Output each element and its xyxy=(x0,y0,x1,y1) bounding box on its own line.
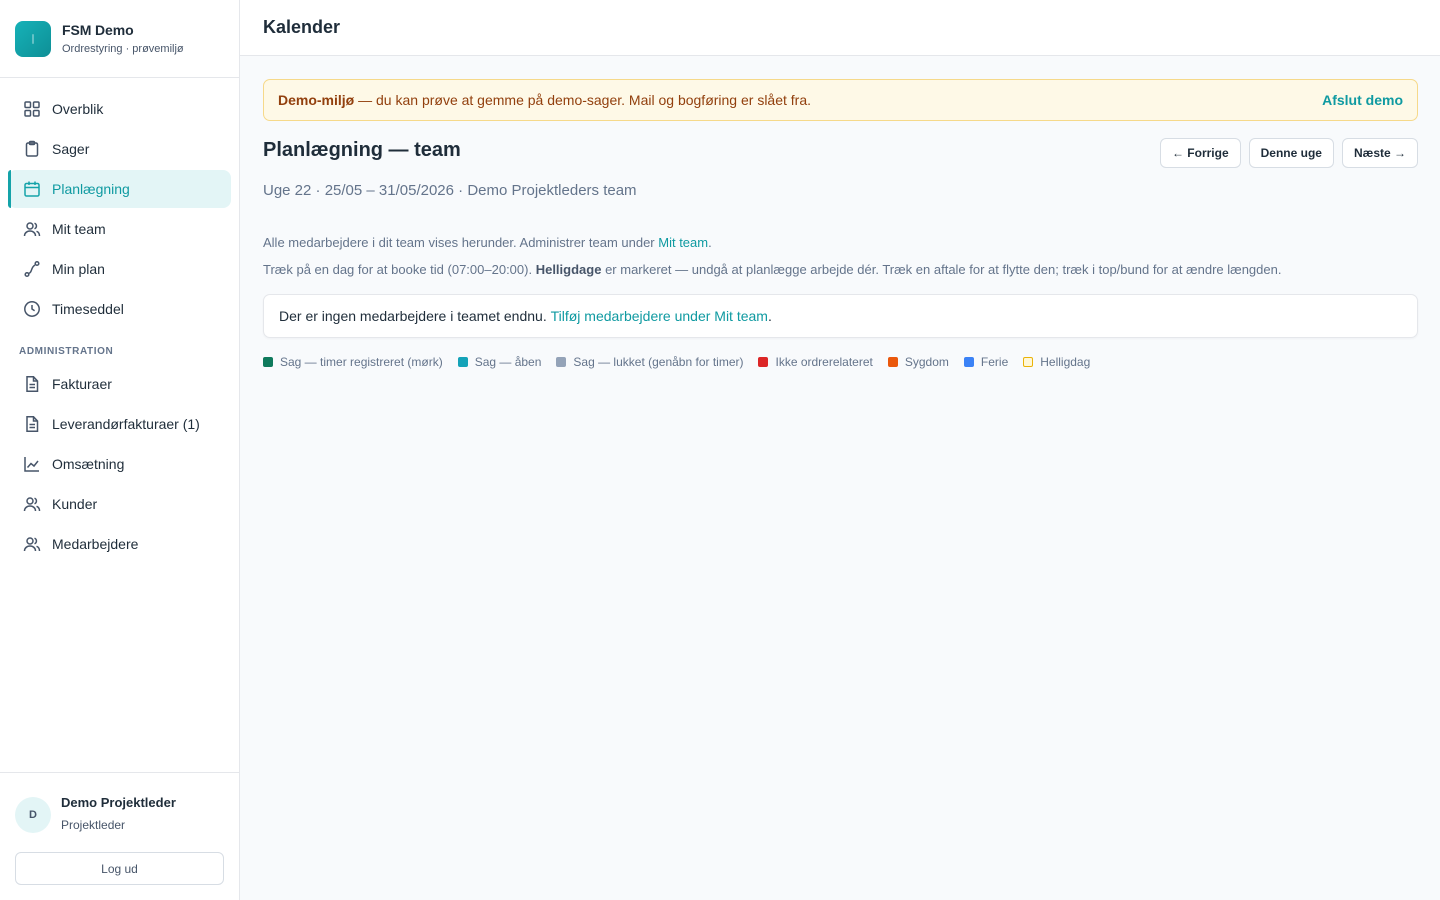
legend-swatch xyxy=(556,357,567,367)
legend-item: Ferie xyxy=(963,355,1009,369)
week-navigation: ← Forrige Denne uge Næste → xyxy=(1159,138,1418,168)
grid-icon xyxy=(22,99,42,119)
main-content: Demo-miljø — du kan prøve at gemme på de… xyxy=(263,79,1418,369)
legend-item: Ikke ordrerelateret xyxy=(758,355,873,369)
legend-item: Sygdom xyxy=(887,355,949,369)
calendar-legend: Sag — timer registreret (mørk) Sag — åbe… xyxy=(263,355,1418,369)
sidebar-item-planlaegning[interactable]: Planlægning xyxy=(8,170,231,208)
clipboard-icon xyxy=(22,139,42,159)
legend-swatch xyxy=(1023,357,1034,367)
route-icon xyxy=(22,259,42,279)
user-name: Demo Projektleder xyxy=(61,795,176,810)
sidebar-item-label: Omsætning xyxy=(52,456,125,472)
sidebar-item-medarbejdere[interactable]: Medarbejdere xyxy=(8,525,231,563)
legend-item: Sag — lukket (genåbn for timer) xyxy=(556,355,743,369)
banner-text: — du kan prøve at gemme på demo-sager. M… xyxy=(354,92,812,108)
this-week-button[interactable]: Denne uge xyxy=(1248,138,1334,168)
legend-swatch xyxy=(887,357,898,367)
sidebar-item-label: Medarbejdere xyxy=(52,536,139,552)
sidebar-item-overblik[interactable]: Overblik xyxy=(8,90,231,128)
legend-swatch xyxy=(457,357,468,367)
calendar-icon xyxy=(22,179,42,199)
demo-banner: Demo-miljø — du kan prøve at gemme på de… xyxy=(263,79,1418,121)
legend-swatch xyxy=(963,357,974,367)
exit-demo-link[interactable]: Afslut demo xyxy=(1322,92,1403,108)
next-week-button[interactable]: Næste → xyxy=(1341,138,1418,168)
users-icon xyxy=(22,534,42,554)
sidebar: FSM Demo Ordrestyring · prøvemiljø Overb… xyxy=(0,0,240,900)
sidebar-item-label: Kunder xyxy=(52,496,98,512)
booking-help-text: Træk på en dag for at booke tid (07:00–2… xyxy=(263,262,1418,277)
banner-bold-label: Demo-miljø xyxy=(278,92,355,108)
booking-help-bold: Helligdage xyxy=(535,262,602,277)
legend-label: Ikke ordrerelateret xyxy=(775,355,873,369)
team-info-end: . xyxy=(708,235,712,250)
mit-team-link[interactable]: Mit team xyxy=(658,235,708,250)
sidebar-item-label: Timeseddel xyxy=(52,301,124,317)
week-info: Uge 22 · 25/05 – 31/05/2026 · Demo Proje… xyxy=(263,182,637,199)
legend-label: Sag — timer registreret (mørk) xyxy=(280,355,443,369)
line-chart-icon xyxy=(22,454,42,474)
legend-item: Helligdag xyxy=(1023,355,1090,369)
users-icon xyxy=(22,494,42,514)
team-info-label: Alle medarbejdere i dit team vises herun… xyxy=(263,235,659,250)
team-info-text: Alle medarbejdere i dit team vises herun… xyxy=(263,235,1418,250)
empty-team-end: . xyxy=(767,308,772,324)
legend-label: Helligdag xyxy=(1040,355,1091,369)
title-row: Planlægning — team ← Forrige Denne uge N… xyxy=(263,136,1418,168)
sidebar-item-omsaetning[interactable]: Omsætning xyxy=(8,445,231,483)
top-header: Kalender xyxy=(240,0,1440,56)
user-panel: D Demo Projektleder Projektleder Log ud xyxy=(0,772,239,900)
empty-team-card: Der er ingen medarbejdere i teamet endnu… xyxy=(263,294,1418,338)
sidebar-item-label: Fakturaer xyxy=(52,376,112,392)
document-icon xyxy=(22,414,42,434)
legend-item: Sag — timer registreret (mørk) xyxy=(263,355,443,369)
sidebar-item-label: Mit team xyxy=(52,221,106,237)
sidebar-item-label: Min plan xyxy=(52,261,105,277)
user-role: Projektleder xyxy=(61,818,126,832)
booking-help-post: er markeret — undgå at planlægge arbejde… xyxy=(601,262,1282,277)
previous-week-button[interactable]: ← Forrige xyxy=(1159,138,1241,168)
sidebar-item-label: Sager xyxy=(52,141,90,157)
legend-label: Sag — lukket (genåbn for timer) xyxy=(573,355,744,369)
sidebar-item-label: Overblik xyxy=(52,101,104,117)
add-employees-link[interactable]: Tilføj medarbejdere under Mit team xyxy=(551,308,768,324)
logout-button[interactable]: Log ud xyxy=(15,852,224,885)
legend-label: Sag — åben xyxy=(474,355,542,369)
empty-team-text: Der er ingen medarbejdere i teamet endnu… xyxy=(279,308,551,324)
sidebar-item-min-plan[interactable]: Min plan xyxy=(8,250,231,288)
sidebar-item-label: Planlægning xyxy=(52,181,130,197)
brand: FSM Demo Ordrestyring · prøvemiljø xyxy=(0,0,239,78)
legend-label: Ferie xyxy=(980,355,1009,369)
brand-logo[interactable] xyxy=(15,20,51,57)
sidebar-item-leverandorfakturaer[interactable]: Leverandørfakturaer (1) xyxy=(8,405,231,443)
legend-swatch xyxy=(263,357,273,367)
legend-swatch xyxy=(758,357,769,367)
admin-section-heading: ADMINISTRATION xyxy=(19,346,114,357)
sidebar-item-timeseddel[interactable]: Timeseddel xyxy=(8,290,231,328)
booking-help-pre: Træk på en dag for at booke tid (07:00–2… xyxy=(263,262,536,277)
clock-icon xyxy=(22,299,42,319)
sidebar-item-label: Leverandørfakturaer (1) xyxy=(52,416,200,432)
header-title: Kalender xyxy=(263,17,341,37)
users-icon xyxy=(22,219,42,239)
avatar: D xyxy=(15,797,51,833)
brand-subtitle: Ordrestyring · prøvemiljø xyxy=(62,43,184,55)
sidebar-item-sager[interactable]: Sager xyxy=(8,130,231,168)
sidebar-item-fakturaer[interactable]: Fakturaer xyxy=(8,365,231,403)
legend-item: Sag — åben xyxy=(457,355,542,369)
sidebar-item-kunder[interactable]: Kunder xyxy=(8,485,231,523)
page-title: Planlægning — team xyxy=(263,139,461,161)
document-icon xyxy=(22,374,42,394)
sidebar-item-mit-team[interactable]: Mit team xyxy=(8,210,231,248)
legend-label: Sygdom xyxy=(904,355,949,369)
sidebar-nav: Overblik Sager Planlægning Mit team Min … xyxy=(0,78,239,563)
brand-name: FSM Demo xyxy=(62,22,134,38)
